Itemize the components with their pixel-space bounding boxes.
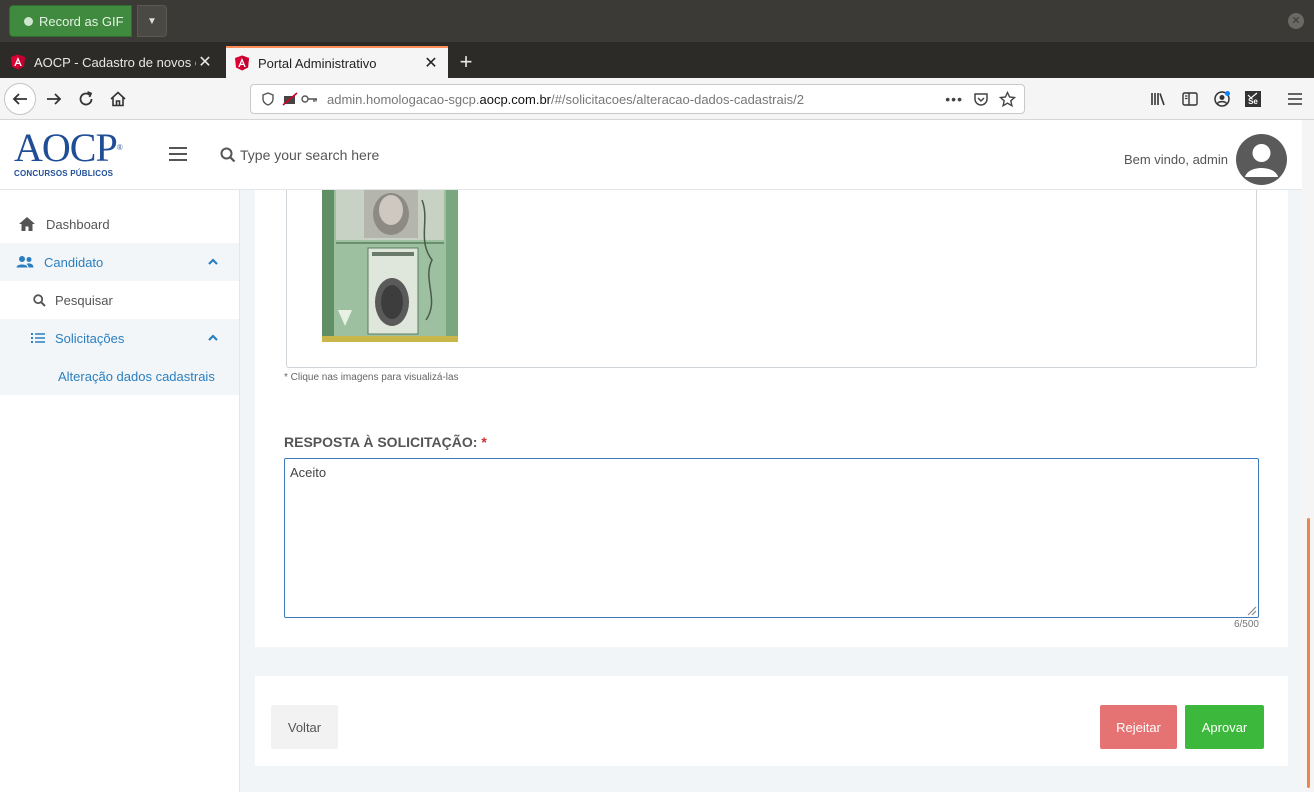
tab-close-icon[interactable]: ✕ — [196, 53, 214, 71]
search-icon — [32, 291, 46, 309]
shield-icon[interactable] — [259, 90, 277, 108]
response-label-text: RESPOSTA À SOLICITAÇÃO: — [284, 434, 478, 450]
record-gif-button[interactable]: Record as GIF — [9, 5, 132, 37]
record-options-dropdown[interactable]: ▼ — [137, 5, 167, 37]
back-button[interactable] — [4, 83, 36, 115]
url-text: admin.homologacao-sgcp.aocp.com.br/#/sol… — [327, 92, 945, 107]
response-label: RESPOSTA À SOLICITAÇÃO: * — [284, 434, 487, 450]
home-icon — [18, 215, 36, 233]
insecure-page-icon[interactable] — [281, 90, 299, 108]
tab-strip: AOCP - Cadastro de novos c ✕ Portal Admi… — [0, 42, 1314, 78]
angular-favicon-icon — [235, 55, 249, 71]
url-prefix: admin.homologacao-sgcp. — [327, 91, 480, 107]
sidebar-item-label: Candidato — [44, 254, 104, 270]
record-gif-label: Record as GIF — [39, 13, 124, 29]
reject-button[interactable]: Rejeitar — [1100, 705, 1177, 749]
search-icon — [220, 147, 236, 163]
welcome-text: Bem vindo, admin — [1123, 152, 1228, 167]
character-counter: 6/500 — [1233, 619, 1259, 630]
app-header: AOCP® CONCURSOS PÚBLICOS Bem vindo, admi… — [0, 120, 1302, 190]
reload-button[interactable] — [70, 83, 102, 115]
solicitation-detail-card: * Clique nas imagens para visualizá-las … — [255, 190, 1288, 647]
resize-grip-icon[interactable] — [1243, 602, 1257, 616]
tab-aocp-cadastro[interactable]: AOCP - Cadastro de novos c ✕ — [2, 46, 222, 78]
tab-portal-administrativo[interactable]: Portal Administrativo ✕ — [226, 46, 448, 78]
user-avatar-icon — [1245, 144, 1278, 177]
extension-close-icon[interactable]: ✕ — [1288, 13, 1304, 29]
tab-close-icon[interactable]: ✕ — [422, 54, 440, 72]
back-button[interactable]: Voltar — [271, 705, 338, 749]
svg-text:Se: Se — [1248, 97, 1258, 106]
reload-icon — [79, 91, 93, 106]
sidebar-item-pesquisar[interactable]: Pesquisar — [0, 281, 239, 319]
identity-document-image[interactable] — [322, 190, 458, 342]
extension-bar: Record as GIF ▼ ✕ — [0, 0, 1314, 42]
sidebar-item-dashboard[interactable]: Dashboard — [0, 205, 239, 243]
logo-registered-mark: ® — [116, 143, 123, 152]
logo-subtitle: CONCURSOS PÚBLICOS — [14, 169, 114, 178]
sidebar-menu-toggle-icon[interactable] — [168, 144, 188, 164]
library-icon — [1151, 93, 1165, 106]
users-icon — [16, 253, 34, 271]
sidebar-item-label: Dashboard — [46, 216, 110, 232]
image-click-hint: * Clique nas imagens para visualizá-las — [284, 372, 459, 383]
library-button[interactable] — [1143, 83, 1175, 115]
home-button[interactable] — [102, 83, 134, 115]
selenium-ide-icon: Se — [1245, 91, 1261, 107]
header-search — [220, 142, 520, 168]
angular-favicon-icon — [11, 54, 25, 70]
reader-sidebar-icon — [1182, 92, 1198, 106]
home-icon — [110, 91, 126, 107]
sidebar-item-candidato[interactable]: Candidato — [0, 243, 239, 281]
list-icon — [31, 329, 45, 347]
record-dot-icon — [24, 16, 33, 26]
forward-button[interactable] — [38, 83, 70, 115]
new-tab-plus-icon[interactable]: + — [452, 48, 480, 76]
url-domain: aocp.com.br — [479, 91, 552, 107]
logo-text: AOCP — [14, 125, 118, 170]
document-images-frame — [286, 190, 1257, 368]
account-icon — [1214, 91, 1230, 107]
sidebar-item-label: Pesquisar — [55, 292, 113, 308]
page-actions-icon[interactable]: ••• — [945, 91, 963, 107]
account-button[interactable] — [1206, 83, 1238, 115]
page-scrollbar-thumb[interactable] — [1307, 518, 1310, 788]
sidebar-item-label: Alteração dados cadastrais — [58, 368, 215, 384]
bookmark-star-icon[interactable] — [999, 90, 1016, 108]
navigation-bar: admin.homologacao-sgcp.aocp.com.br/#/sol… — [0, 78, 1314, 120]
chevron-up-icon[interactable] — [207, 256, 219, 268]
arrow-right-icon — [47, 93, 62, 105]
user-avatar[interactable] — [1236, 134, 1287, 185]
response-textarea[interactable]: Aceito — [284, 458, 1259, 618]
sidebar-item-label: Solicitações — [55, 330, 125, 346]
sidebar-item-alteracao-dados-cadastrais[interactable]: Alteração dados cadastrais — [0, 357, 239, 395]
sidebar-item-solicitacoes[interactable]: Solicitações — [0, 319, 239, 357]
tab-label: Portal Administrativo — [258, 55, 377, 71]
sidebar: Dashboard Candidato Pesquisar Solicitaçõ… — [0, 190, 240, 792]
actions-card: Voltar Rejeitar Aprovar — [255, 676, 1288, 766]
selenium-extension-button[interactable]: Se — [1237, 83, 1269, 115]
approve-button[interactable]: Aprovar — [1185, 705, 1264, 749]
key-icon[interactable] — [301, 90, 319, 108]
required-asterisk: * — [481, 434, 487, 450]
arrow-left-icon — [12, 93, 27, 105]
tab-label: AOCP - Cadastro de novos c — [34, 54, 196, 70]
chevron-up-icon[interactable] — [207, 332, 219, 344]
sidebar-toggle-button[interactable] — [1174, 83, 1206, 115]
url-path: /#/solicitacoes/alteracao-dados-cadastra… — [551, 91, 804, 107]
address-bar[interactable]: admin.homologacao-sgcp.aocp.com.br/#/sol… — [250, 84, 1025, 114]
aocp-logo[interactable]: AOCP® CONCURSOS PÚBLICOS — [14, 128, 124, 182]
pocket-icon[interactable] — [973, 91, 989, 107]
search-input[interactable] — [240, 147, 500, 163]
menu-button[interactable] — [1279, 83, 1311, 115]
hamburger-menu-icon — [1288, 93, 1302, 105]
